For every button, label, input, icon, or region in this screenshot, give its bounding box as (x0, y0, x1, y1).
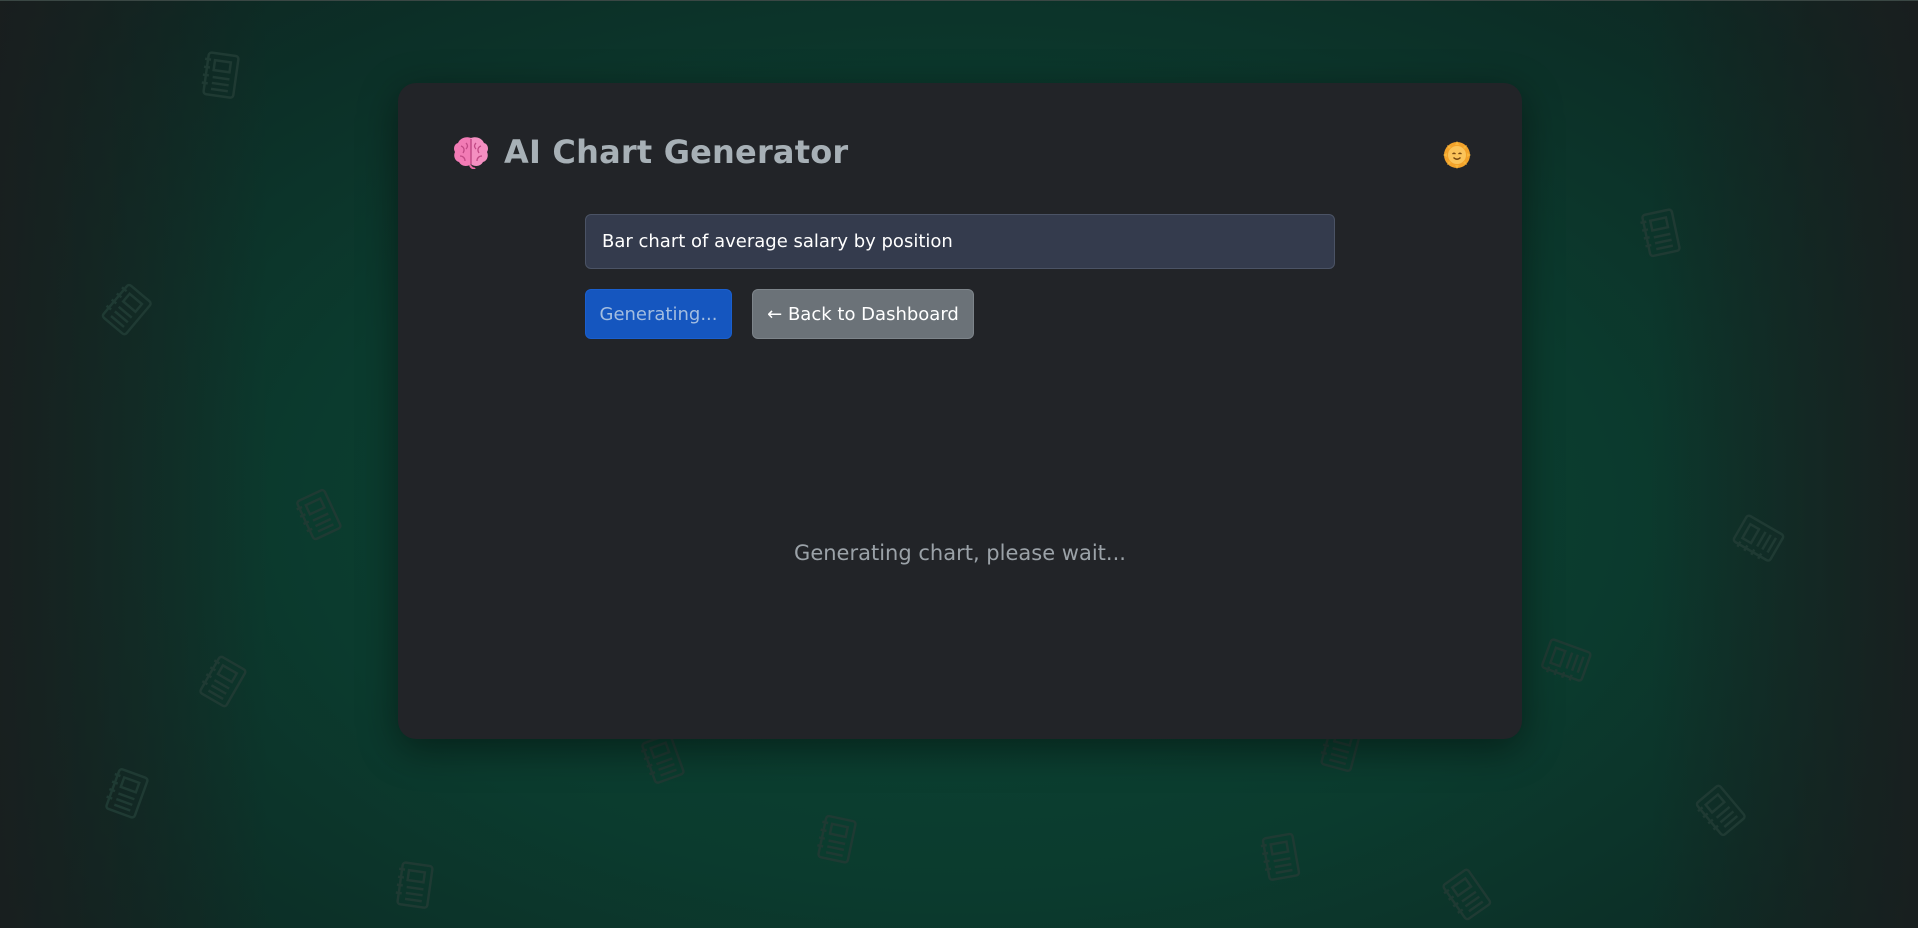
back-to-dashboard-button[interactable]: ← Back to Dashboard (752, 289, 974, 339)
notebook-icon (1541, 638, 1592, 682)
notebook-icon (201, 51, 240, 99)
chart-prompt-input[interactable] (585, 214, 1335, 269)
notebook-icon (395, 861, 434, 909)
notebook-icon (296, 488, 342, 541)
notebook-icon (199, 655, 247, 708)
notebook-icon (1695, 784, 1746, 837)
notebook-icon (1260, 832, 1301, 881)
generator-card: AI Chart Generator Generating... ← (398, 83, 1522, 739)
theme-toggle-button[interactable] (1442, 140, 1472, 170)
notebook-icon (105, 768, 149, 819)
notebook-icon (1640, 208, 1681, 258)
loading-status-message: Generating chart, please wait... (794, 541, 1126, 565)
notebook-icon (101, 283, 152, 336)
sun-face-icon (1443, 141, 1471, 169)
notebook-icon (1442, 868, 1492, 921)
brain-icon (454, 137, 488, 169)
notebook-icon (817, 814, 857, 864)
generate-button[interactable]: Generating... (585, 289, 732, 339)
page-title: AI Chart Generator (504, 133, 849, 171)
app-header: AI Chart Generator (452, 133, 848, 171)
notebook-icon (1732, 514, 1785, 562)
